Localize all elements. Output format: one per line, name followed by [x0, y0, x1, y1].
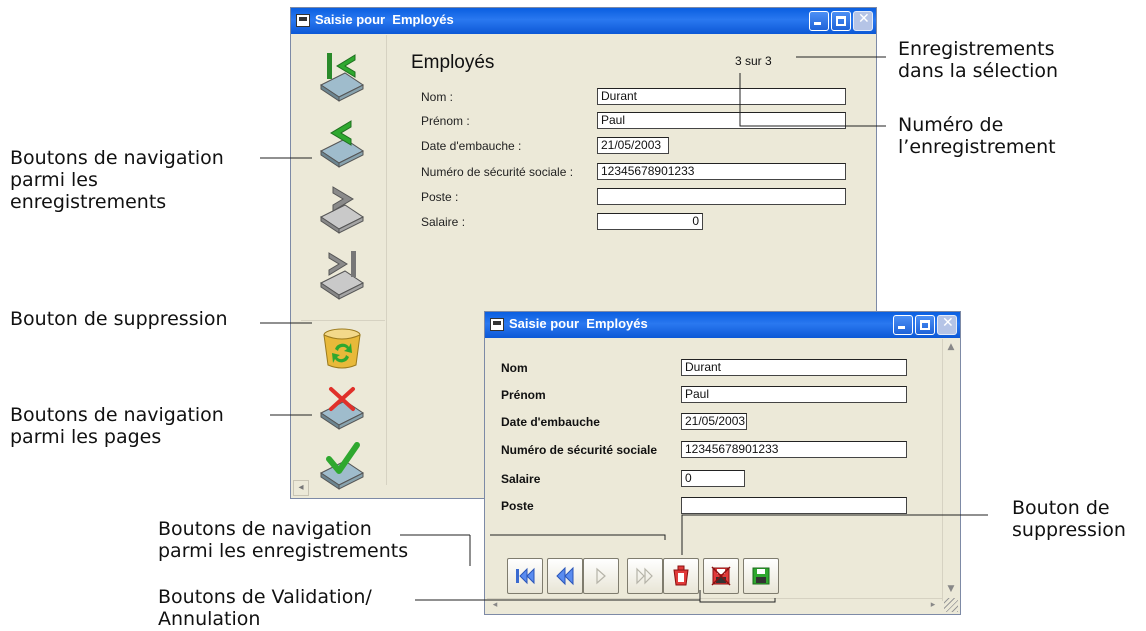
- delete-button[interactable]: [663, 558, 699, 594]
- hire-date-input[interactable]: 21/05/2003: [597, 137, 669, 154]
- first-record-button[interactable]: [317, 47, 367, 103]
- field-label: Date d'embauche: [501, 415, 600, 429]
- next-record-button[interactable]: [583, 558, 619, 594]
- last-record-icon: [320, 251, 364, 300]
- social-security-input[interactable]: 12345678901233: [681, 441, 907, 458]
- salary-input[interactable]: 0: [597, 213, 703, 230]
- next-record-icon: [320, 186, 364, 234]
- field-label: Nom: [501, 361, 528, 375]
- window-title: Saisie pour Employés: [509, 316, 648, 331]
- scroll-left-icon[interactable]: ◂: [489, 599, 501, 611]
- last-name-input[interactable]: Durant: [681, 359, 907, 376]
- minimize-button[interactable]: [893, 315, 913, 335]
- scroll-right-icon[interactable]: ▸: [927, 599, 939, 611]
- callout-records-in-selection: Enregistrements dans la sélection: [898, 38, 1059, 82]
- save-button[interactable]: [743, 558, 779, 594]
- scroll-down-icon[interactable]: ▼: [945, 583, 957, 595]
- position-input[interactable]: [597, 188, 846, 205]
- close-button[interactable]: ✕: [937, 315, 957, 335]
- cancel-button[interactable]: [317, 379, 367, 435]
- field-label: Prénom :: [421, 114, 470, 128]
- callout-validation-bottom: Boutons de Validation/ Annulation: [158, 586, 372, 630]
- delete-record-icon: [323, 328, 361, 369]
- maximize-button[interactable]: [915, 315, 935, 335]
- maximize-icon: [836, 16, 846, 26]
- form-title: Employés: [411, 52, 495, 73]
- salary-input[interactable]: 0: [681, 470, 745, 487]
- title-bar[interactable]: Saisie pour Employés ✕: [291, 8, 876, 34]
- field-label: Numéro de sécurité sociale: [501, 443, 658, 457]
- employee-entry-window-detail: Saisie pour Employés ✕ Nom Durant Prénom…: [484, 311, 961, 615]
- first-name-input[interactable]: Paul: [681, 386, 907, 403]
- first-record-icon: [516, 567, 535, 585]
- close-icon: ✕: [942, 315, 954, 331]
- cancel-button[interactable]: [703, 558, 739, 594]
- previous-record-button[interactable]: [317, 113, 367, 169]
- validate-button[interactable]: [317, 439, 367, 495]
- window-icon: [296, 14, 310, 27]
- previous-record-icon: [556, 566, 574, 586]
- field-label: Salaire: [501, 472, 541, 486]
- window-title: Saisie pour Employés: [315, 12, 454, 27]
- field-label: Prénom: [501, 388, 546, 402]
- record-counter: 3 sur 3: [735, 54, 772, 68]
- previous-record-button[interactable]: [547, 558, 583, 594]
- callout-nav-records-bottom: Boutons de navigation parmi les enregist…: [158, 518, 409, 562]
- minimize-icon: [814, 15, 821, 25]
- field-label: Poste: [501, 499, 534, 513]
- callout-nav-records-left: Boutons de navigation parmi les enregist…: [10, 147, 224, 213]
- callout-nav-pages-left: Boutons de navigation parmi les pages: [10, 404, 224, 448]
- field-label: Date d'embauche :: [421, 139, 522, 153]
- next-record-icon: [596, 567, 606, 585]
- horizontal-scrollbar[interactable]: ◂ ▸: [487, 598, 942, 612]
- first-record-icon: [320, 53, 364, 102]
- close-icon: ✕: [858, 11, 870, 27]
- field-label: Poste :: [421, 190, 459, 204]
- maximize-icon: [920, 320, 930, 330]
- close-button[interactable]: ✕: [853, 11, 873, 31]
- first-name-input[interactable]: Paul: [597, 112, 846, 129]
- callout-record-number: Numéro de l’enregistrement: [898, 114, 1056, 158]
- field-label: Nom :: [421, 90, 454, 104]
- cancel-icon: [320, 387, 364, 430]
- field-label: Numéro de sécurité sociale :: [421, 165, 574, 179]
- resize-grip[interactable]: [944, 598, 958, 612]
- last-record-button[interactable]: [627, 558, 663, 594]
- validate-icon: [320, 442, 364, 490]
- social-security-input[interactable]: 12345678901233: [597, 163, 846, 180]
- minimize-button[interactable]: [809, 11, 829, 31]
- delete-icon: [673, 565, 689, 586]
- delete-record-button[interactable]: [317, 323, 367, 373]
- cancel-icon: [711, 566, 731, 586]
- scroll-left-arrow[interactable]: ◂: [293, 480, 309, 496]
- callout-delete-button-left: Bouton de suppression: [10, 308, 228, 330]
- callout-delete-button-right: Bouton de suppression: [1012, 497, 1126, 541]
- position-input[interactable]: [681, 497, 907, 514]
- last-record-icon: [636, 567, 653, 585]
- vertical-scrollbar[interactable]: ▲ ▼: [942, 339, 958, 601]
- scroll-up-icon[interactable]: ▲: [945, 341, 957, 353]
- minimize-icon: [898, 319, 905, 329]
- field-label: Salaire :: [421, 215, 466, 229]
- first-record-button[interactable]: [507, 558, 543, 594]
- save-icon: [752, 567, 770, 585]
- sidebar-separator: [301, 320, 385, 321]
- navigation-sidebar: [295, 35, 387, 490]
- hire-date-input[interactable]: 21/05/2003: [681, 413, 747, 430]
- last-name-input[interactable]: Durant: [597, 88, 846, 105]
- title-bar[interactable]: Saisie pour Employés ✕: [485, 312, 960, 338]
- last-record-button[interactable]: [317, 245, 367, 301]
- maximize-button[interactable]: [831, 11, 851, 31]
- window-icon: [490, 318, 504, 331]
- next-record-button[interactable]: [317, 179, 367, 235]
- previous-record-icon: [320, 120, 364, 168]
